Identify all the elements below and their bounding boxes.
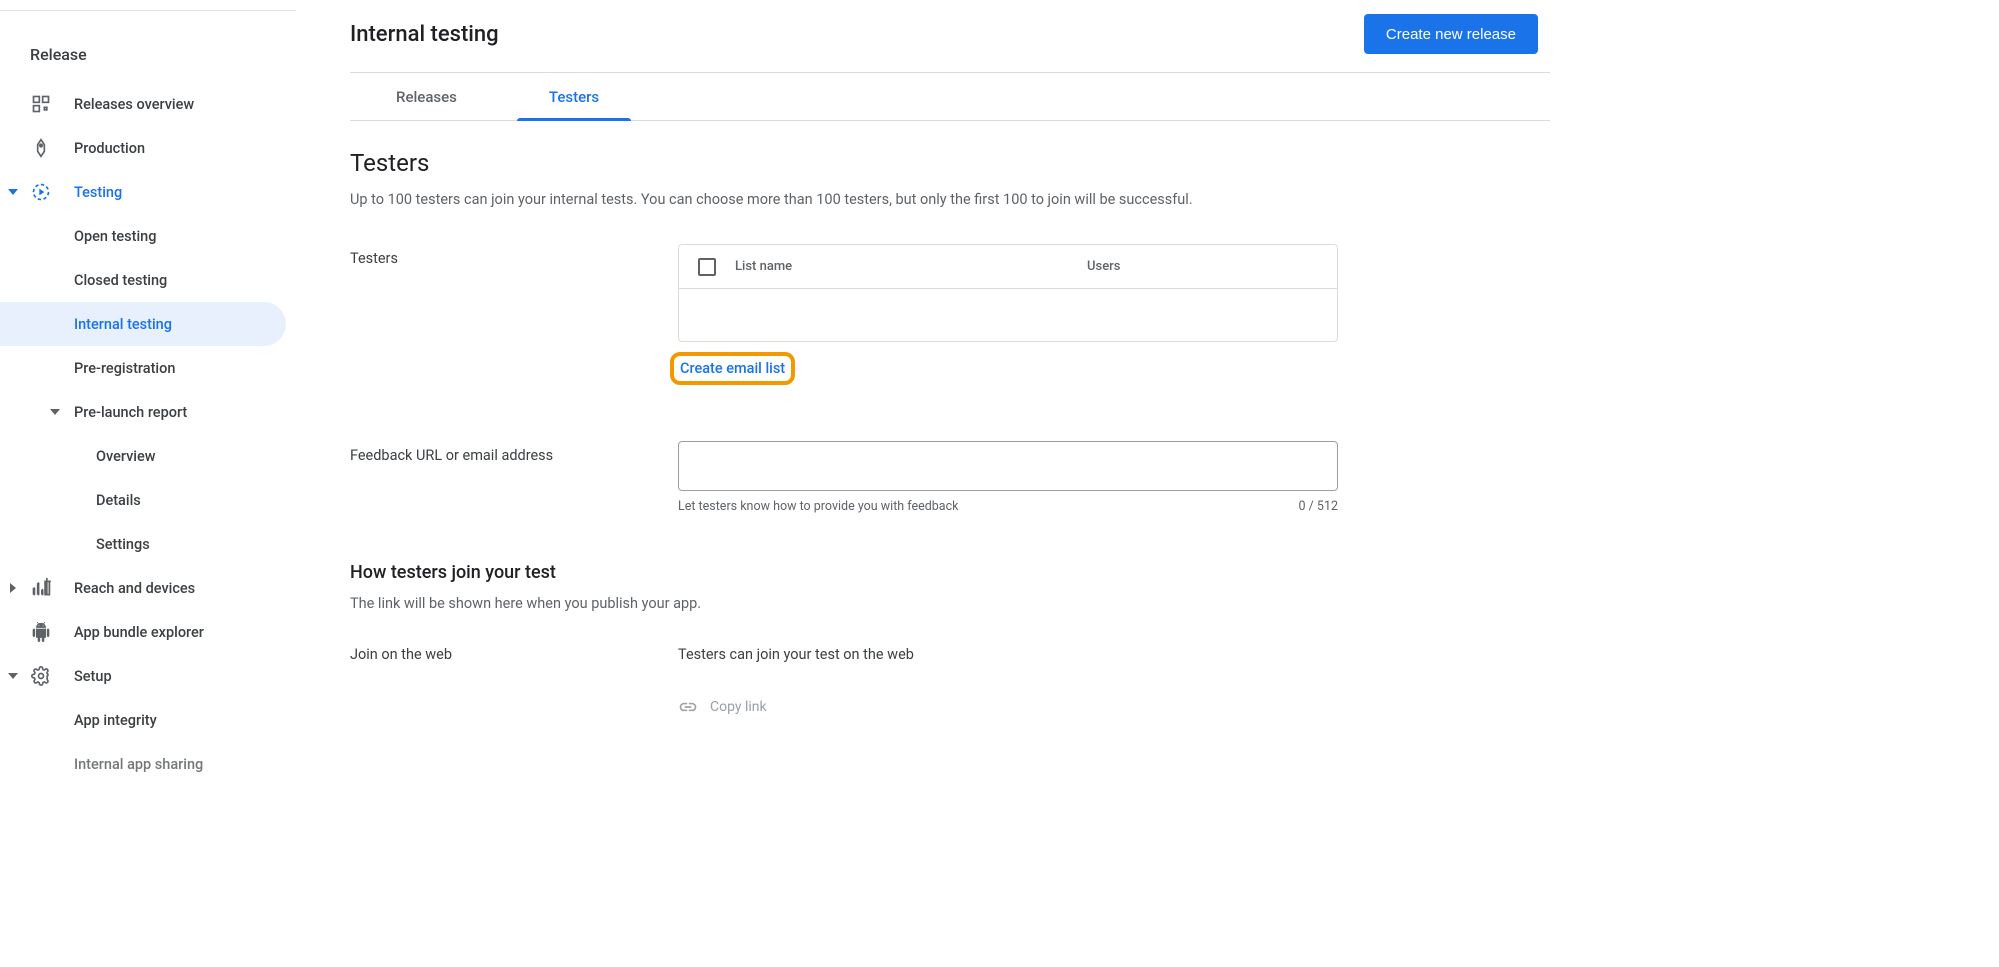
sidebar-item-label: Setup <box>74 668 112 685</box>
caret-down-icon <box>48 405 62 419</box>
copy-link-label: Copy link <box>710 699 767 715</box>
sidebar-item-label: Settings <box>96 536 150 553</box>
feedback-input[interactable] <box>678 441 1338 491</box>
caret-right-icon <box>6 581 20 595</box>
sidebar-item-production[interactable]: Production <box>0 126 296 170</box>
sidebar-item-label: Internal testing <box>74 316 172 333</box>
highlight-annotation: Create email list <box>670 352 795 385</box>
sidebar-item-app-bundle[interactable]: App bundle explorer <box>0 610 296 654</box>
sidebar-item-plr-overview[interactable]: Overview <box>0 434 296 478</box>
page-header: Internal testing Create new release <box>350 14 1554 72</box>
select-all-checkbox[interactable] <box>698 258 716 276</box>
table-body-empty <box>679 289 1337 341</box>
feedback-label: Feedback URL or email address <box>350 441 678 514</box>
feedback-helper: Let testers know how to provide you with… <box>678 499 959 514</box>
sidebar-item-label: App bundle explorer <box>74 624 204 641</box>
tab-releases[interactable]: Releases <box>350 73 503 120</box>
tab-testers[interactable]: Testers <box>503 73 645 120</box>
sidebar-item-testing[interactable]: Testing <box>0 170 296 214</box>
caret-down-icon <box>6 669 20 683</box>
sidebar-item-label: Releases overview <box>74 96 194 113</box>
testing-icon <box>30 181 52 203</box>
page-title: Internal testing <box>350 22 499 47</box>
join-web-body: Testers can join your test on the web <box>678 646 914 663</box>
sidebar-item-label: Production <box>74 140 145 157</box>
sidebar-item-plr-settings[interactable]: Settings <box>0 522 296 566</box>
sidebar-item-app-integrity[interactable]: App integrity <box>0 698 296 742</box>
table-header-users: Users <box>1087 259 1337 274</box>
chart-icon <box>30 577 52 599</box>
tabs: Releases Testers <box>350 73 1550 121</box>
sidebar: Release Releases overview Production Tes… <box>0 10 296 786</box>
sidebar-item-setup[interactable]: Setup <box>0 654 296 698</box>
sidebar-section-release: Release <box>0 35 296 82</box>
testers-table: List name Users <box>678 244 1338 342</box>
testers-heading: Testers <box>350 149 1554 177</box>
create-release-button[interactable]: Create new release <box>1364 14 1538 54</box>
main-content: Internal testing Create new release Rele… <box>296 0 1554 786</box>
sidebar-item-label: Overview <box>96 448 156 465</box>
sidebar-item-label: Closed testing <box>74 272 167 289</box>
sidebar-item-plr-details[interactable]: Details <box>0 478 296 522</box>
sidebar-item-label: Testing <box>74 184 122 201</box>
caret-down-icon <box>6 185 20 199</box>
testers-description: Up to 100 testers can join your internal… <box>350 191 1554 208</box>
join-web-label: Join on the web <box>350 646 678 717</box>
sidebar-item-label: Open testing <box>74 228 156 245</box>
sidebar-item-reach-devices[interactable]: Reach and devices <box>0 566 296 610</box>
sidebar-item-label: Details <box>96 492 141 509</box>
table-header-listname: List name <box>735 259 1087 274</box>
create-email-list-link[interactable]: Create email list <box>680 360 785 377</box>
sidebar-item-label: Reach and devices <box>74 580 195 597</box>
sidebar-item-internal-sharing[interactable]: Internal app sharing <box>0 742 296 786</box>
sidebar-item-label: Pre-registration <box>74 360 175 377</box>
sidebar-item-pre-registration[interactable]: Pre-registration <box>0 346 296 390</box>
join-description: The link will be shown here when you pub… <box>350 595 1554 612</box>
link-icon <box>678 697 698 717</box>
sidebar-item-label: Internal app sharing <box>74 756 203 773</box>
sidebar-item-label: Pre-launch report <box>74 404 187 421</box>
testers-label: Testers <box>350 244 678 385</box>
copy-link-disabled: Copy link <box>678 697 914 717</box>
sidebar-item-open-testing[interactable]: Open testing <box>0 214 296 258</box>
join-heading: How testers join your test <box>350 562 1554 583</box>
sidebar-item-internal-testing[interactable]: Internal testing <box>0 302 286 346</box>
sidebar-item-closed-testing[interactable]: Closed testing <box>0 258 296 302</box>
sidebar-item-label: App integrity <box>74 712 157 729</box>
rocket-icon <box>30 137 52 159</box>
gear-icon <box>30 665 52 687</box>
sidebar-item-releases-overview[interactable]: Releases overview <box>0 82 296 126</box>
android-icon <box>30 621 52 643</box>
overview-icon <box>30 93 52 115</box>
feedback-counter: 0 / 512 <box>1299 499 1338 514</box>
sidebar-item-pre-launch-report[interactable]: Pre-launch report <box>0 390 296 434</box>
